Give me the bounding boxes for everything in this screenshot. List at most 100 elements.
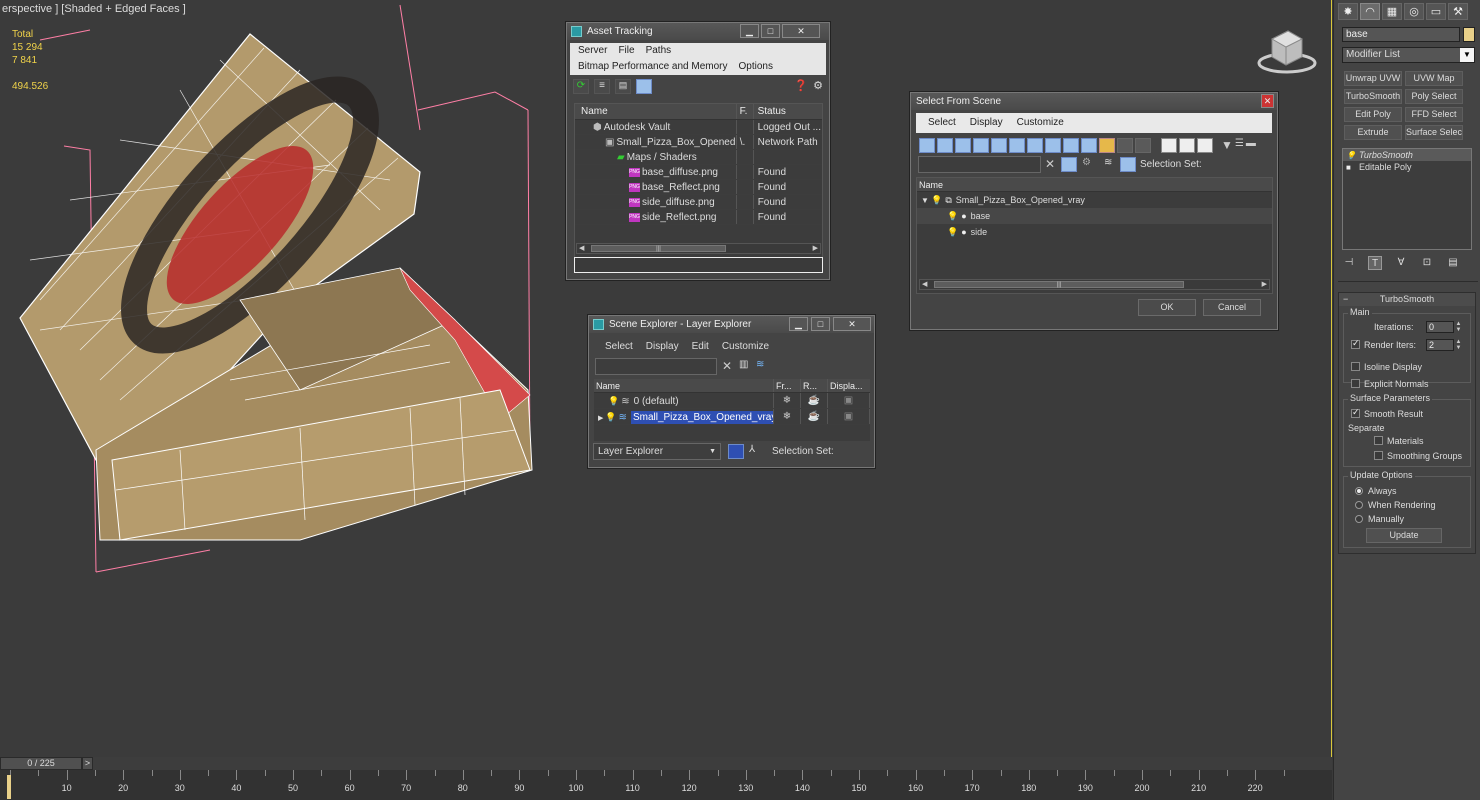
filter-icon[interactable]: ▥ — [739, 359, 748, 370]
layer-mode-icon[interactable] — [728, 444, 744, 459]
lightbulb-icon[interactable]: 💡 — [608, 396, 619, 406]
scroll-right-icon[interactable]: ▶ — [813, 244, 818, 252]
column-header-status[interactable]: Status — [754, 104, 822, 119]
menu-select[interactable]: Select — [928, 113, 956, 133]
explicit-normals-checkbox[interactable] — [1351, 379, 1360, 388]
search-input[interactable] — [595, 358, 717, 375]
menu-display[interactable]: Display — [646, 339, 679, 355]
column-header-display[interactable]: Displa... — [828, 379, 870, 392]
always-radio[interactable] — [1355, 487, 1363, 495]
modifier-button-surface-select[interactable]: Surface Select — [1405, 125, 1463, 140]
rollout-header[interactable]: − TurboSmooth — [1339, 293, 1475, 306]
clear-search-icon[interactable]: ✕ — [722, 359, 732, 373]
asset-row[interactable]: ▣ Small_Pizza_Box_Opened... \. Network Path — [575, 135, 822, 150]
display-all-icon[interactable] — [1135, 138, 1151, 153]
asset-row[interactable]: ▰ Maps / Shaders — [575, 150, 822, 165]
modify-tab-icon[interactable]: ◠ — [1360, 3, 1380, 20]
ok-button[interactable]: OK — [1138, 299, 1196, 316]
scroll-left-icon[interactable]: ◀ — [922, 280, 927, 288]
clear-search-icon[interactable]: ✕ — [1045, 157, 1055, 171]
configure-modifier-sets-icon[interactable]: ▤ — [1446, 256, 1460, 270]
display-spacewarps-icon[interactable] — [1009, 138, 1025, 153]
time-slider[interactable]: 0 / 225 — [0, 757, 82, 770]
scene-tree-item[interactable]: 💡 ● base — [917, 208, 1272, 224]
display-bones-icon[interactable] — [1063, 138, 1079, 153]
stack-item-turbosmooth[interactable]: 💡 TurboSmooth — [1343, 149, 1471, 161]
utilities-tab-icon[interactable]: ⚒ — [1448, 3, 1468, 20]
close-icon[interactable]: ✕ — [782, 24, 820, 38]
menu-paths[interactable]: Paths — [646, 43, 672, 59]
spinner-arrows-icon[interactable]: ▲ ▼ — [1455, 321, 1462, 333]
grid-view-icon[interactable] — [636, 79, 652, 94]
stack-item-editable-poly[interactable]: ■ Editable Poly — [1343, 161, 1471, 173]
lightbulb-icon[interactable]: 💡 — [605, 412, 616, 422]
lightbulb-icon[interactable]: 💡 — [1346, 150, 1356, 160]
hierarchy-mode-icon[interactable]: ⅄ — [749, 444, 755, 455]
materials-checkbox[interactable] — [1374, 436, 1383, 445]
current-frame-indicator[interactable] — [7, 775, 11, 799]
freeze-icon[interactable]: ❄ — [774, 393, 801, 408]
horizontal-scrollbar[interactable]: ◀ ||| ▶ — [576, 243, 821, 254]
columns-icon[interactable]: ▬ — [1246, 138, 1256, 154]
display-frozen-icon[interactable] — [1099, 138, 1115, 153]
minimize-icon[interactable]: ▁ — [740, 24, 759, 38]
display-lights-icon[interactable] — [955, 138, 971, 153]
menu-customize[interactable]: Customize — [722, 339, 769, 355]
close-icon[interactable]: ✕ — [1261, 94, 1274, 108]
smoothing-groups-checkbox[interactable] — [1374, 451, 1383, 460]
column-header-freeze[interactable]: Fr... — [774, 379, 801, 392]
asset-row[interactable]: PNG side_diffuse.png Found — [575, 195, 822, 210]
modifier-list-dropdown[interactable]: Modifier List ▼ — [1342, 47, 1475, 63]
display-shapes-icon[interactable] — [937, 138, 953, 153]
lightbulb-icon[interactable]: 💡 — [931, 195, 942, 205]
iterations-spinner[interactable]: 0 — [1426, 321, 1454, 333]
settings-icon[interactable]: ⚙ — [813, 79, 823, 93]
next-frame-button[interactable]: > — [82, 757, 93, 770]
column-header-name[interactable]: Name — [575, 104, 737, 119]
horizontal-scrollbar[interactable]: ◀ ||| ▶ — [919, 279, 1270, 290]
remove-modifier-icon[interactable]: ⊡ — [1420, 256, 1434, 270]
create-tab-icon[interactable]: ✸ — [1338, 3, 1358, 20]
update-button[interactable]: Update — [1366, 528, 1442, 543]
window-titlebar[interactable]: Select From Scene ✕ — [911, 93, 1277, 110]
cancel-button[interactable]: Cancel — [1203, 299, 1261, 316]
viewcube-icon[interactable] — [1256, 27, 1318, 75]
minimize-icon[interactable]: ▁ — [789, 317, 808, 331]
table-view-icon[interactable]: ▤ — [615, 79, 631, 94]
display-none-icon[interactable] — [1161, 138, 1177, 153]
modifier-button-ffd-select[interactable]: FFD Select — [1405, 107, 1463, 122]
scrollbar-thumb[interactable]: ||| — [934, 281, 1184, 288]
asset-row[interactable]: ⬢ Autodesk Vault Logged Out ... — [575, 120, 822, 135]
window-titlebar[interactable]: Asset Tracking ▁ □ ✕ — [567, 23, 829, 40]
menu-file[interactable]: File — [618, 43, 634, 59]
modifier-button-edit-poly[interactable]: Edit Poly — [1344, 107, 1402, 122]
modifier-button-uvw-map[interactable]: UVW Map — [1405, 71, 1463, 86]
smooth-result-checkbox[interactable] — [1351, 407, 1360, 418]
path-field[interactable] — [574, 257, 823, 273]
scroll-right-icon[interactable]: ▶ — [1262, 280, 1267, 288]
lightbulb-icon[interactable]: 💡 — [947, 227, 958, 237]
display-groups-icon[interactable] — [1027, 138, 1043, 153]
column-header-f[interactable]: F. — [737, 104, 754, 119]
menu-server[interactable]: Server — [578, 43, 607, 59]
display-box-icon[interactable]: ▣ — [828, 409, 870, 424]
display-tab-icon[interactable]: ▭ — [1426, 3, 1446, 20]
layer-row[interactable]: 💡 ≋ 0 (default) ❄ ☕ ▣ — [594, 393, 870, 409]
make-unique-icon[interactable]: ∀ — [1394, 256, 1408, 270]
filter-options-icon[interactable]: ☰ — [1235, 138, 1244, 154]
display-helpers-icon[interactable] — [991, 138, 1007, 153]
pin-stack-icon[interactable]: ⊣ — [1342, 256, 1356, 270]
maximize-icon[interactable]: □ — [811, 317, 830, 331]
column-header-name[interactable]: Name — [919, 178, 943, 191]
display-containers-icon[interactable] — [1081, 138, 1097, 153]
freeze-icon[interactable]: ❄ — [774, 409, 801, 424]
modifier-button-turbosmooth[interactable]: TurboSmooth — [1344, 89, 1402, 104]
display-cameras-icon[interactable] — [973, 138, 989, 153]
search-input[interactable] — [918, 156, 1041, 173]
menu-options[interactable]: Options — [739, 59, 773, 75]
display-geometry-icon[interactable] — [919, 138, 935, 153]
when-rendering-radio[interactable] — [1355, 501, 1363, 509]
display-box-icon[interactable]: ▣ — [828, 393, 870, 408]
object-name-field[interactable]: base — [1342, 27, 1460, 42]
track-bar[interactable]: 10 20 30 40 50 60 70 80 90 100 110 120 130 140 150 160 1… — [0, 770, 1332, 800]
